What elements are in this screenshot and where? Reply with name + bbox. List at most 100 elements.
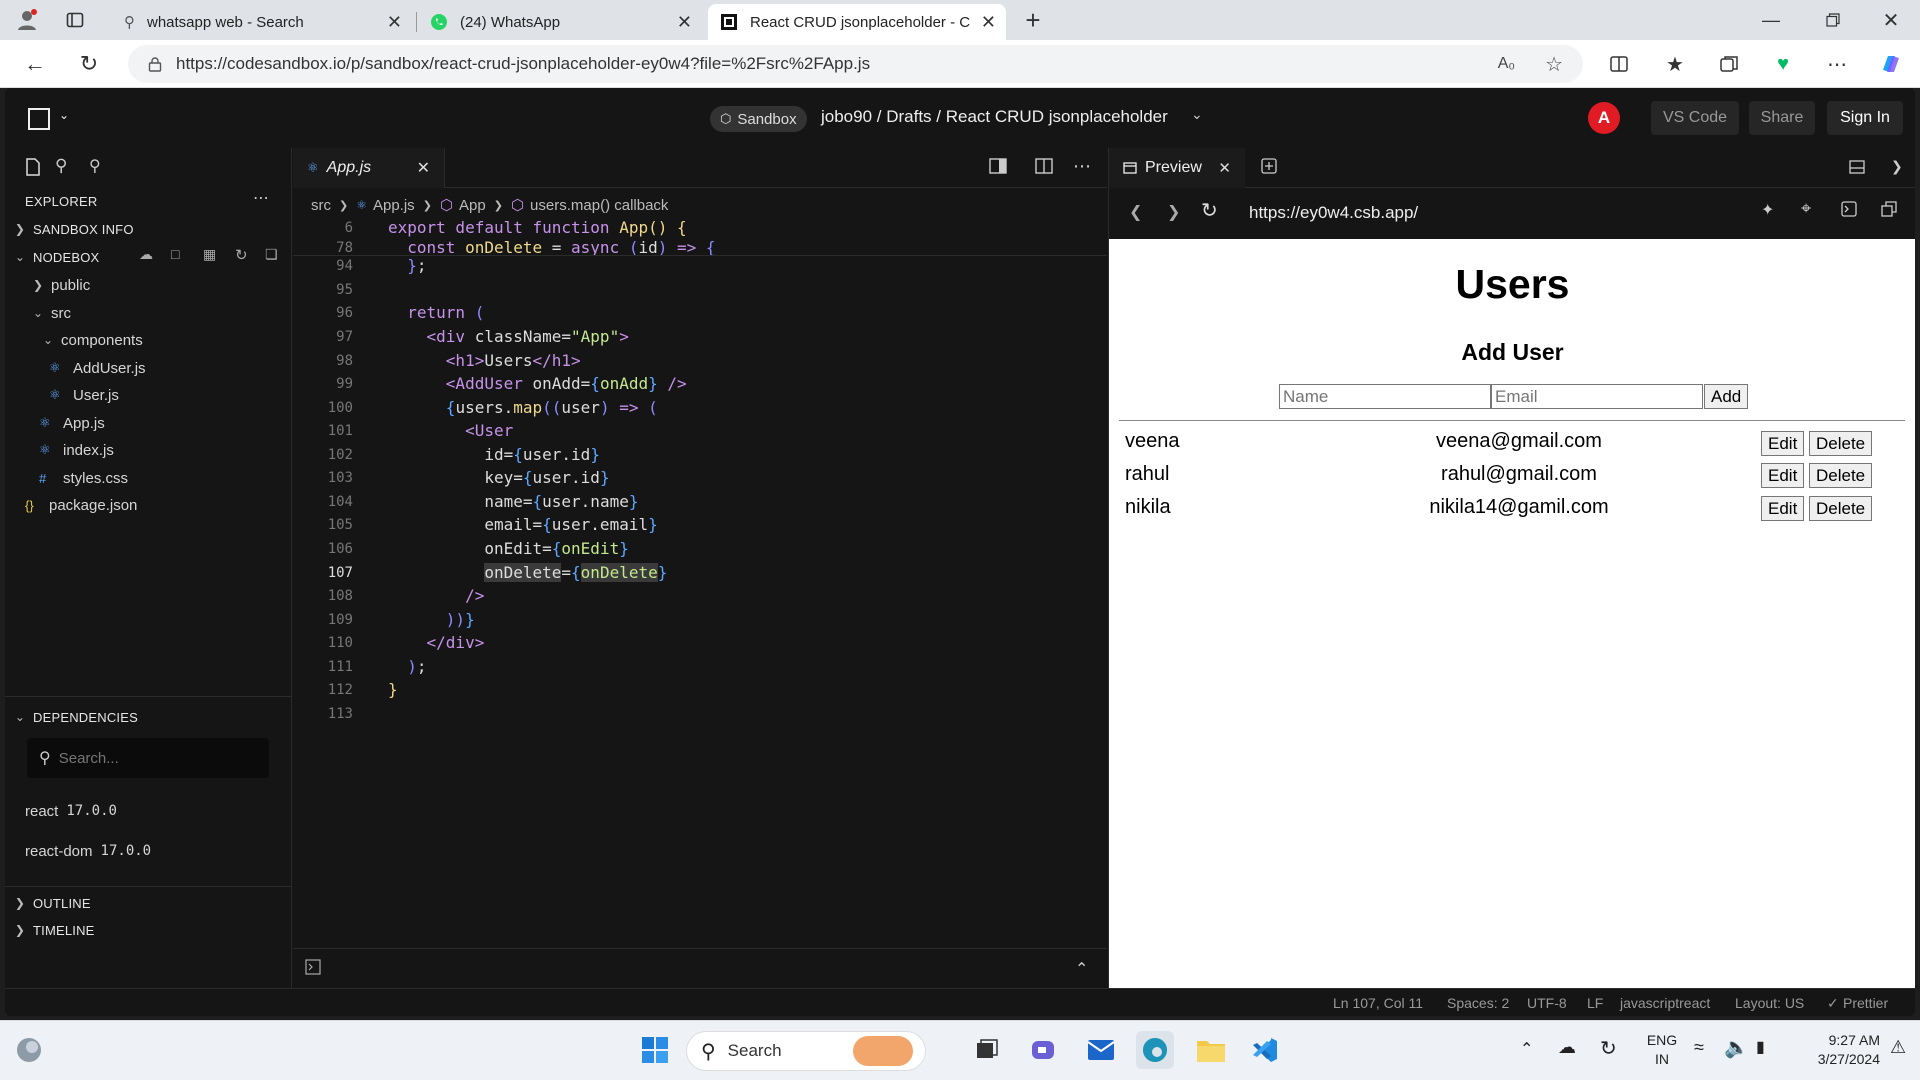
volume-icon[interactable]: 🔈 <box>1724 1035 1749 1060</box>
tree-item-public[interactable]: ❯ public <box>31 272 90 298</box>
editor-tab-app[interactable]: ⚛ App.js ✕ <box>293 148 445 188</box>
crosshair-icon[interactable]: ⌖ <box>1801 198 1811 219</box>
browser-essentials-icon[interactable]: ♥ <box>1768 49 1798 79</box>
favorite-star-icon[interactable]: ☆ <box>1545 52 1563 77</box>
sign-in-button[interactable]: Sign In <box>1827 101 1903 135</box>
close-icon[interactable]: ✕ <box>1218 159 1231 177</box>
code-line[interactable]: email={user.email} <box>388 515 657 534</box>
breadcrumb-callback[interactable]: users.map() callback <box>530 197 668 214</box>
browser-tab-search[interactable]: ⚲ whatsapp web - Search ✕ <box>112 4 412 40</box>
code-line[interactable]: key={user.id} <box>388 468 609 487</box>
dependency-item[interactable]: react 17.0.0 <box>25 798 117 824</box>
delete-button[interactable]: Delete <box>1809 431 1873 456</box>
close-icon[interactable]: ✕ <box>417 158 430 178</box>
url-field[interactable]: https://codesandbox.io/p/sandbox/react-c… <box>128 45 1583 83</box>
weather-icon[interactable] <box>10 1031 48 1069</box>
tree-item-package[interactable]: {} package.json <box>25 492 137 518</box>
delete-button[interactable]: Delete <box>1809 496 1873 521</box>
reload-icon[interactable]: ↻ <box>1201 198 1218 223</box>
open-new-window-icon[interactable] <box>1881 201 1897 217</box>
dependency-item[interactable]: react-dom 17.0.0 <box>25 838 151 864</box>
preview-url[interactable]: https://ey0w4.csb.app/ <box>1249 203 1418 223</box>
teams-icon[interactable] <box>1024 1031 1062 1069</box>
collapse-icon[interactable]: ❏ <box>265 246 278 263</box>
code-line[interactable]: }; <box>388 256 426 275</box>
file-explorer-icon[interactable] <box>1192 1031 1230 1069</box>
code-line[interactable]: <div className="App"> <box>388 327 629 346</box>
edge-icon[interactable] <box>1136 1031 1174 1069</box>
task-view-icon[interactable] <box>968 1031 1006 1069</box>
chevron-down-icon[interactable]: ⌄ <box>1191 106 1203 123</box>
code-line[interactable]: ))} <box>388 610 475 629</box>
sidebar-item-nodebox[interactable]: ⌄ NODEBOX <box>13 244 99 270</box>
console-icon[interactable] <box>1841 201 1857 217</box>
more-icon[interactable]: ⋯ <box>1822 49 1852 79</box>
taskbar-search[interactable]: ⚲ Search <box>686 1031 926 1071</box>
restore-icon[interactable] <box>1818 6 1848 34</box>
profile-icon[interactable] <box>12 6 42 34</box>
breadcrumb-file[interactable]: App.js <box>373 197 415 214</box>
files-icon[interactable] <box>25 158 41 176</box>
code-line[interactable]: export default function App() { <box>388 218 687 237</box>
code-line[interactable]: return ( <box>388 303 484 322</box>
upload-icon[interactable]: ☁ <box>139 246 153 263</box>
browser-tab-whatsapp[interactable]: (24) WhatsApp ✕ <box>418 4 702 40</box>
terminal-icon[interactable] <box>305 959 321 975</box>
read-aloud-icon[interactable]: A₀ <box>1498 55 1515 73</box>
avatar[interactable]: A <box>1588 102 1620 134</box>
toggle-sidebar-icon[interactable] <box>989 158 1007 174</box>
sidebar-item-outline[interactable]: ❯ OUTLINE <box>13 890 91 916</box>
code-line[interactable]: name={user.name} <box>388 492 638 511</box>
email-input[interactable] <box>1491 384 1703 409</box>
tab-actions-icon[interactable] <box>60 6 90 34</box>
tree-item-app[interactable]: ⚛ App.js <box>39 410 105 436</box>
new-folder-icon[interactable]: ▦ <box>203 246 216 263</box>
refresh-icon[interactable]: ↻ <box>235 246 248 264</box>
sidebar-item-timeline[interactable]: ❯ TIMELINE <box>13 917 95 943</box>
status-layout[interactable]: Layout: US <box>1735 995 1804 1011</box>
edit-button[interactable]: Edit <box>1761 431 1805 456</box>
panel-layout-icon[interactable] <box>1849 160 1865 174</box>
chevron-right-icon[interactable]: ❯ <box>1891 158 1903 175</box>
code-line[interactable]: } <box>388 680 398 699</box>
breadcrumb[interactable]: jobo90 / Drafts / React CRUD jsonplaceho… <box>821 107 1168 127</box>
edit-button[interactable]: Edit <box>1761 496 1805 521</box>
copilot-icon[interactable] <box>1876 49 1906 79</box>
chevron-down-icon[interactable]: ⌄ <box>59 108 69 122</box>
tree-item-styles[interactable]: # styles.css <box>39 465 128 491</box>
start-icon[interactable] <box>636 1031 674 1069</box>
status-eol[interactable]: LF <box>1587 995 1603 1011</box>
code-line[interactable]: onEdit={onEdit} <box>388 539 629 558</box>
search-icon[interactable]: ⚲ <box>55 156 67 176</box>
status-encoding[interactable]: UTF-8 <box>1527 995 1567 1011</box>
mail-icon[interactable] <box>1082 1031 1120 1069</box>
notification-bell-icon[interactable]: ⚠ <box>1890 1037 1906 1058</box>
tree-item-user[interactable]: ⚛ User.js <box>49 382 119 408</box>
split-editor-icon[interactable] <box>1035 158 1053 174</box>
forward-icon[interactable]: ❯ <box>1167 202 1180 222</box>
close-icon[interactable]: ✕ <box>981 12 996 33</box>
chevron-up-icon[interactable]: ⌃ <box>1520 1039 1533 1059</box>
favorites-icon[interactable]: ★ <box>1660 49 1690 79</box>
chevron-up-icon[interactable]: ⌃ <box>1075 959 1088 979</box>
code-line[interactable]: {users.map((user) => ( <box>388 398 658 417</box>
close-icon[interactable]: ✕ <box>677 12 692 33</box>
dependency-search-input[interactable]: ⚲ <box>27 738 269 778</box>
reload-icon[interactable]: ↻ <box>74 49 104 79</box>
close-window-icon[interactable]: ✕ <box>1876 6 1906 34</box>
preview-tab[interactable]: Preview ✕ <box>1109 148 1245 188</box>
code-line[interactable]: id={user.id} <box>388 445 600 464</box>
git-icon[interactable]: ⚲ <box>89 156 101 176</box>
collections-icon[interactable] <box>1714 49 1744 79</box>
code-line[interactable]: ); <box>388 657 426 676</box>
tree-item-src[interactable]: ⌄ src <box>31 300 71 326</box>
new-tab-icon[interactable]: + <box>1018 5 1048 35</box>
tree-item-index[interactable]: ⚛ index.js <box>39 437 114 463</box>
vscode-button[interactable]: VS Code <box>1651 101 1739 135</box>
code-line[interactable]: <User <box>388 421 513 440</box>
status-spaces[interactable]: Spaces: 2 <box>1447 995 1509 1011</box>
code-line[interactable]: <AddUser onAdd={onAdd} /> <box>388 374 687 393</box>
more-icon[interactable]: ⋯ <box>1073 156 1091 177</box>
vscode-icon[interactable] <box>1246 1031 1284 1069</box>
tree-item-components[interactable]: ⌄ components <box>41 327 143 353</box>
